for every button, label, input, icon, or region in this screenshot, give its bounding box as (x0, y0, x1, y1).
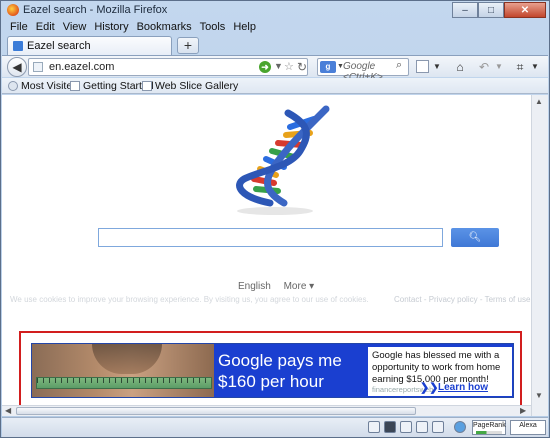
learn-how-link[interactable]: Learn how (438, 382, 488, 393)
footer-links: Contact - Privacy policy - Terms of use (394, 295, 531, 304)
mask-icon[interactable] (384, 421, 396, 433)
bookmarks-bar: Most Visited Getting Started Web Slice G… (2, 78, 548, 94)
scroll-up-icon[interactable]: ▲ (535, 97, 543, 106)
url-bar[interactable]: en.eazel.com ➜ ▼ ☆ ↻ (28, 58, 308, 76)
menu-help[interactable]: Help (229, 21, 260, 35)
ad-highlight-frame: Google pays me $160 per hour Google has … (19, 331, 522, 409)
browser-window: Eazel search - Mozilla Firefox ‒ □ ✕ Fil… (0, 0, 550, 438)
menu-history[interactable]: History (90, 21, 132, 35)
title-bar: Eazel search - Mozilla Firefox ‒ □ ✕ (1, 1, 549, 20)
at-sign-icon[interactable] (454, 421, 466, 433)
page-icon (70, 81, 80, 91)
page-info-icon[interactable] (432, 421, 444, 433)
download-arrow-icon[interactable] (368, 421, 380, 433)
scroll-down-icon[interactable]: ▼ (535, 391, 543, 400)
scroll-left-icon[interactable]: ◀ (5, 406, 11, 415)
url-dropdown-icon[interactable]: ▼ (274, 61, 283, 71)
undo-dropdown-icon[interactable]: ▼ (494, 58, 504, 76)
scroll-right-icon[interactable]: ▶ (520, 406, 526, 415)
tab-label: Eazel search (27, 40, 91, 52)
menu-edit[interactable]: Edit (32, 21, 59, 35)
bookmark-web-slice-gallery[interactable]: Web Slice Gallery (142, 80, 238, 92)
url-text[interactable]: en.eazel.com (49, 61, 114, 73)
navigation-bar: ◀ en.eazel.com ➜ ▼ ☆ ↻ g ▼ Google <Ctrl+… (2, 55, 548, 83)
vertical-scrollbar[interactable]: ▲ ▼ (531, 95, 548, 416)
search-bar[interactable]: g ▼ Google <Ctrl+K> ⌕ (317, 58, 409, 83)
scroll-thumb[interactable] (16, 407, 416, 415)
close-button[interactable]: ✕ (504, 2, 546, 18)
ad-banner[interactable]: Google pays me $160 per hour Google has … (31, 343, 514, 398)
pagerank-bar (476, 431, 502, 434)
page-identity-icon[interactable] (33, 62, 43, 72)
favicon-icon (13, 41, 23, 51)
minimize-button[interactable]: ‒ (452, 2, 478, 18)
menu-file[interactable]: File (6, 21, 32, 35)
page-content: 🔍︎ English More ▾ We use cookies to impr… (2, 95, 531, 416)
settings-gear-icon (8, 81, 18, 91)
addon-bar: PageRank Alexa (2, 417, 548, 437)
more-languages-dropdown[interactable]: More ▾ (284, 281, 315, 292)
ad-headline[interactable]: Google pays me $160 per hour (218, 350, 368, 392)
menu-view[interactable]: View (59, 21, 91, 35)
reload-icon[interactable]: ↻ (297, 60, 307, 74)
double-chevron-icon: ❯❯ (420, 382, 439, 394)
ad-text-box: Google has blessed me with a opportunity… (368, 347, 512, 396)
crop-tool-icon[interactable]: ⌗ (512, 58, 528, 76)
new-tab-button[interactable]: + (177, 37, 199, 54)
back-arrow-icon: ◀ (12, 60, 22, 74)
addon-toolbar-button[interactable] (416, 60, 429, 73)
undo-arrow-icon[interactable]: ↶ (476, 58, 492, 76)
firefox-logo-icon (7, 4, 19, 16)
alexa-widget[interactable]: Alexa (510, 420, 546, 435)
home-icon[interactable]: ⌂ (452, 58, 468, 76)
footer-contact-link[interactable]: Contact (394, 295, 422, 304)
ad-body-text: Google has blessed me with a opportunity… (372, 350, 501, 385)
bookmark-label: Web Slice Gallery (155, 80, 239, 92)
copy-icon[interactable] (416, 421, 428, 433)
addon-dropdown-icon[interactable]: ▼ (432, 58, 442, 76)
pagerank-widget[interactable]: PageRank (472, 420, 506, 435)
footer-privacy-link[interactable]: Privacy policy (429, 295, 478, 304)
magnifier-icon: 🔍︎ (468, 232, 482, 243)
search-button[interactable]: 🔍︎ (451, 228, 499, 247)
pagerank-label: PageRank (473, 422, 506, 429)
search-icon[interactable]: ⌕ (396, 59, 402, 72)
alexa-label: Alexa (519, 422, 537, 429)
page-icon (142, 81, 152, 91)
ruler-image (36, 377, 212, 389)
bookmark-star-icon[interactable]: ☆ (284, 60, 294, 73)
screenshot-icon[interactable] (400, 421, 412, 433)
tab-eazel-search[interactable]: Eazel search (7, 36, 172, 55)
crop-dropdown-icon[interactable]: ▼ (530, 58, 540, 76)
footer-terms-link[interactable]: Terms of use (485, 295, 531, 304)
menu-bookmarks[interactable]: Bookmarks (133, 21, 196, 35)
menu-tools[interactable]: Tools (196, 21, 230, 35)
google-icon[interactable]: g (320, 61, 336, 73)
window-title: Eazel search - Mozilla Firefox (23, 4, 168, 16)
main-search-input[interactable] (98, 228, 443, 247)
window-controls: ‒ □ ✕ (452, 2, 546, 18)
tab-strip: Eazel search + (5, 35, 547, 55)
language-row: English More ▾ (238, 281, 324, 292)
dna-logo-icon (236, 105, 330, 215)
menu-bar: File Edit View History Bookmarks Tools H… (6, 21, 260, 35)
language-link[interactable]: English (238, 281, 271, 292)
maximize-button[interactable]: □ (478, 2, 504, 18)
ad-photo (32, 344, 214, 397)
cookie-notice: We use cookies to improve your browsing … (10, 295, 369, 304)
back-button[interactable]: ◀ (7, 57, 27, 77)
horizontal-scrollbar[interactable]: ◀ ▶ (2, 405, 531, 416)
bookmark-most-visited[interactable]: Most Visited (8, 80, 78, 92)
go-arrow-icon[interactable]: ➜ (259, 61, 271, 73)
